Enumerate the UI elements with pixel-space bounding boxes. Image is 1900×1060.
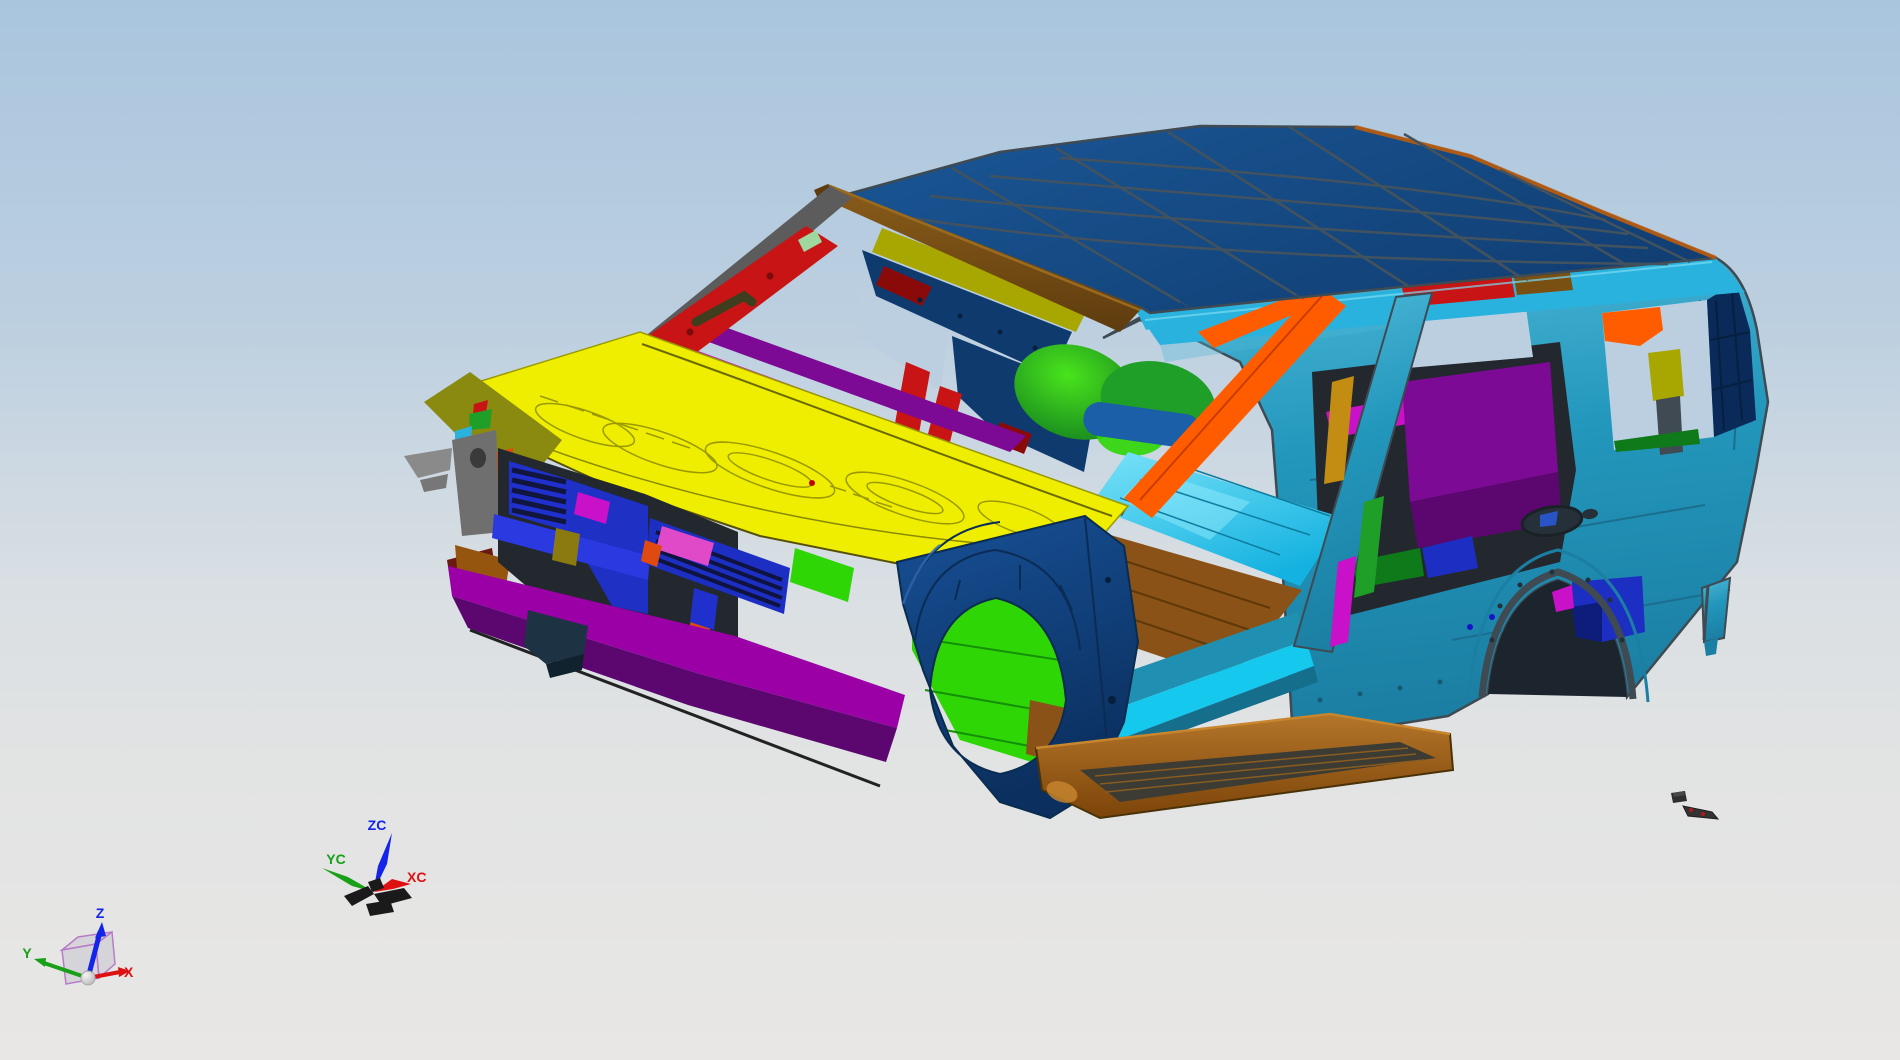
quarter-window-opening <box>1602 300 1714 455</box>
hood-red-dot <box>809 480 815 486</box>
origin-sphere[interactable] <box>80 970 96 986</box>
car-model[interactable] <box>404 124 1770 820</box>
plug-dot <box>1467 624 1473 630</box>
cad-viewport[interactable]: ZC YC XC Z Y X <box>0 0 1900 1060</box>
abs-z-label: Z <box>96 905 105 921</box>
quarter-window-plate[interactable] <box>1648 349 1684 401</box>
plug-dot <box>1489 614 1495 620</box>
front-green-patch[interactable] <box>790 548 854 602</box>
tow-bracket[interactable] <box>404 448 452 478</box>
wcs-y-label: YC <box>326 851 345 867</box>
wcs-triad[interactable]: ZC YC XC <box>322 817 426 916</box>
absolute-triad[interactable]: Z Y X <box>22 905 134 986</box>
loose-brackets[interactable] <box>1671 791 1720 820</box>
rear-corner-flap[interactable] <box>1700 576 1732 656</box>
abs-x-label: X <box>124 964 134 980</box>
wcs-x-label: XC <box>407 869 426 885</box>
abs-y-label: Y <box>22 945 32 961</box>
wcs-z-label: ZC <box>368 817 387 833</box>
